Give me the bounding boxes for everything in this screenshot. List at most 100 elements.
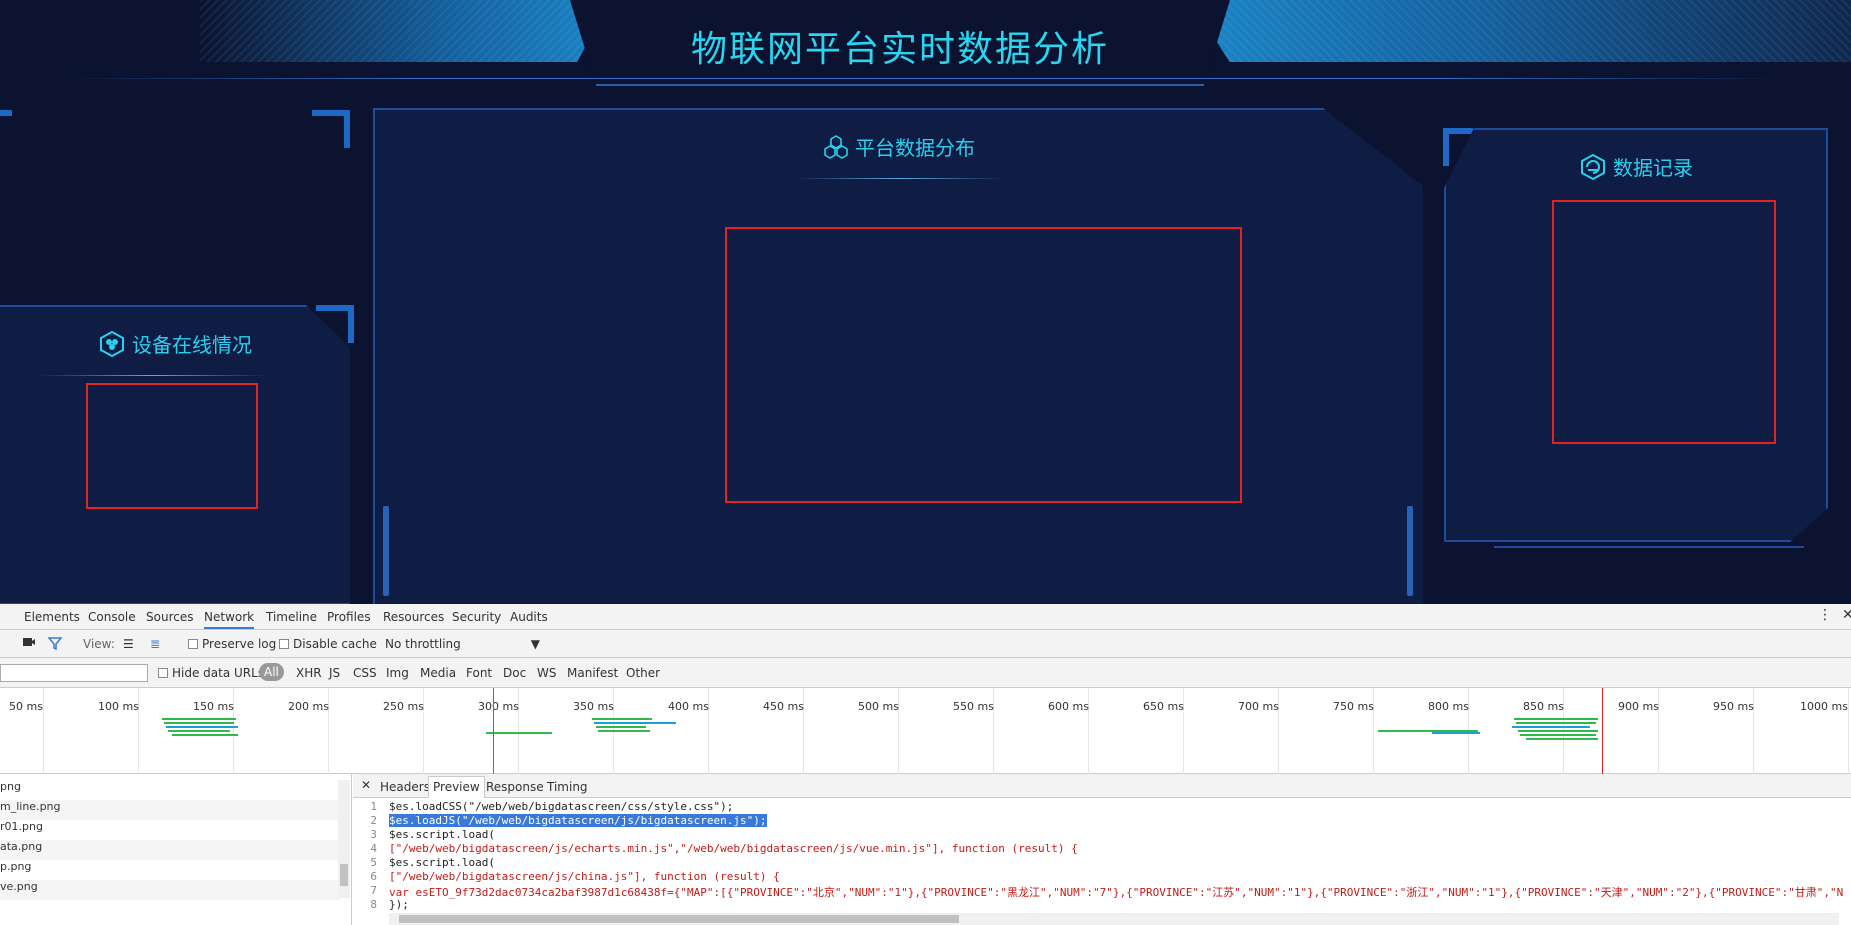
code-text: }); xyxy=(389,898,409,911)
filter-doc[interactable]: Doc xyxy=(503,666,526,680)
request-bar xyxy=(1514,718,1598,720)
tick-label: 850 ms xyxy=(1523,700,1564,713)
online-chart-area xyxy=(86,383,258,509)
network-timeline-overview[interactable]: 50 ms 100 ms 150 ms 200 ms 250 ms 300 ms… xyxy=(0,688,1851,774)
list-item[interactable]: m_line.png xyxy=(0,800,340,820)
request-bar xyxy=(596,726,646,728)
panel-device-online: 设备在线情况 xyxy=(0,305,350,604)
request-bar xyxy=(1518,730,1598,732)
more-menu-icon[interactable]: ⋮ xyxy=(1818,607,1832,623)
list-item[interactable]: ve.png xyxy=(0,880,340,900)
filter-icon[interactable] xyxy=(47,636,63,653)
tick-label: 700 ms xyxy=(1238,700,1279,713)
line-number: 3 xyxy=(370,828,377,841)
throttling-value: No throttling xyxy=(385,637,461,651)
request-bar xyxy=(172,734,238,736)
chevron-down-icon: ▼ xyxy=(530,637,540,651)
code-text-selected: $es.loadJS("/web/web/bigdatascreen/js/bi… xyxy=(389,814,767,827)
tab-headers[interactable]: Headers xyxy=(380,780,430,794)
filter-font[interactable]: Font xyxy=(466,666,492,680)
panel-platform-distribution: 平台数据分布 xyxy=(373,108,1423,604)
close-devtools-icon[interactable]: ✕ xyxy=(1842,607,1851,623)
platform-map-area xyxy=(725,227,1242,503)
tick-label: 350 ms xyxy=(573,700,614,713)
filter-input[interactable] xyxy=(0,664,148,682)
tick-label: 450 ms xyxy=(763,700,804,713)
preserve-log-checkbox[interactable]: Preserve log xyxy=(188,637,276,651)
tab-sources[interactable]: Sources xyxy=(146,610,193,624)
request-bar xyxy=(166,726,238,728)
tick-line xyxy=(43,688,44,774)
tab-network[interactable]: Network xyxy=(204,610,255,629)
filter-img[interactable]: Img xyxy=(386,666,409,680)
devtools-tabbar: Elements Console Sources Network Timelin… xyxy=(0,604,1851,630)
list-item[interactable]: png xyxy=(0,780,340,800)
filter-js[interactable]: JS xyxy=(329,666,340,680)
tick-label: 500 ms xyxy=(858,700,899,713)
tab-timing[interactable]: Timing xyxy=(547,780,588,794)
filter-all[interactable]: All xyxy=(259,663,284,681)
tab-elements[interactable]: Elements xyxy=(24,610,80,624)
tick-label: 250 ms xyxy=(383,700,424,713)
tick-label: 400 ms xyxy=(668,700,709,713)
network-toolbar: View: ☰ ≣ Preserve log Disable cache No … xyxy=(0,630,1851,658)
panel-title-platform: 平台数据分布 xyxy=(855,136,975,160)
filter-xhr[interactable]: XHR xyxy=(296,666,322,680)
side-bar xyxy=(383,506,389,596)
tab-console[interactable]: Console xyxy=(88,610,136,624)
horizontal-scrollbar[interactable] xyxy=(389,913,1839,925)
filter-manifest[interactable]: Manifest xyxy=(567,666,618,680)
capture-screenshots-icon[interactable] xyxy=(22,636,36,651)
tick-line xyxy=(1848,688,1849,774)
large-rows-icon[interactable]: ☰ xyxy=(123,637,134,651)
tick-label: 100 ms xyxy=(98,700,139,713)
panel-title-online: 设备在线情况 xyxy=(132,333,252,357)
code-text: $es.script.load( xyxy=(389,856,495,869)
throttling-select[interactable]: No throttling ▼ xyxy=(385,637,540,651)
disable-cache-checkbox[interactable]: Disable cache xyxy=(279,637,377,651)
tab-response[interactable]: Response xyxy=(486,780,544,794)
list-item[interactable]: ata.png xyxy=(0,840,340,860)
request-bar xyxy=(598,730,650,732)
hide-data-urls-label: Hide data URLs xyxy=(172,666,265,680)
tab-profiles[interactable]: Profiles xyxy=(327,610,371,624)
tick-label: 900 ms xyxy=(1618,700,1659,713)
tab-resources[interactable]: Resources xyxy=(383,610,444,624)
scrollbar-thumb[interactable] xyxy=(399,915,959,923)
tab-timeline[interactable]: Timeline xyxy=(266,610,317,624)
hide-data-urls-checkbox[interactable]: Hide data URLs xyxy=(158,666,264,680)
filter-other[interactable]: Other xyxy=(626,666,660,680)
code-text: var esETO_9f73d2dac0734ca2baf3987d1c6843… xyxy=(389,886,1844,899)
tab-security[interactable]: Security xyxy=(452,610,501,624)
panel-data-record: 数据记录 xyxy=(1444,128,1828,542)
panel-underline xyxy=(1494,546,1804,548)
scrollbar-thumb[interactable] xyxy=(340,864,348,886)
code-preview[interactable]: 1 $es.loadCSS("/web/web/bigdatascreen/css… xyxy=(353,800,1851,912)
panel-header: 平台数据分布 xyxy=(375,132,1423,165)
record-list-area xyxy=(1552,200,1776,444)
tab-preview[interactable]: Preview xyxy=(428,776,485,798)
detail-tabbar: ✕ Headers Preview Response Timing xyxy=(353,774,1851,798)
request-bar xyxy=(168,730,230,732)
overview-icon[interactable]: ≣ xyxy=(150,637,160,651)
tick-label: 1000 ms xyxy=(1800,700,1848,713)
tick-label: 800 ms xyxy=(1428,700,1469,713)
corner-decoration xyxy=(316,305,354,343)
tick-label: 750 ms xyxy=(1333,700,1374,713)
hexagons-icon xyxy=(823,134,849,165)
filter-css[interactable]: CSS xyxy=(353,666,377,680)
request-bar xyxy=(1520,734,1596,736)
tick-label: 950 ms xyxy=(1713,700,1754,713)
tab-audits[interactable]: Audits xyxy=(510,610,548,624)
list-item[interactable]: p.png xyxy=(0,860,340,880)
filter-ws[interactable]: WS xyxy=(537,666,556,680)
filter-media[interactable]: Media xyxy=(420,666,456,680)
request-bar xyxy=(592,718,652,720)
close-icon[interactable]: ✕ xyxy=(361,778,371,792)
request-bar xyxy=(1516,722,1596,724)
header-divider xyxy=(60,78,1790,79)
list-item[interactable]: r01.png xyxy=(0,820,340,840)
line-number: 8 xyxy=(370,898,377,911)
tick-label: 50 ms xyxy=(9,700,43,713)
list-scrollbar[interactable] xyxy=(338,780,350,898)
